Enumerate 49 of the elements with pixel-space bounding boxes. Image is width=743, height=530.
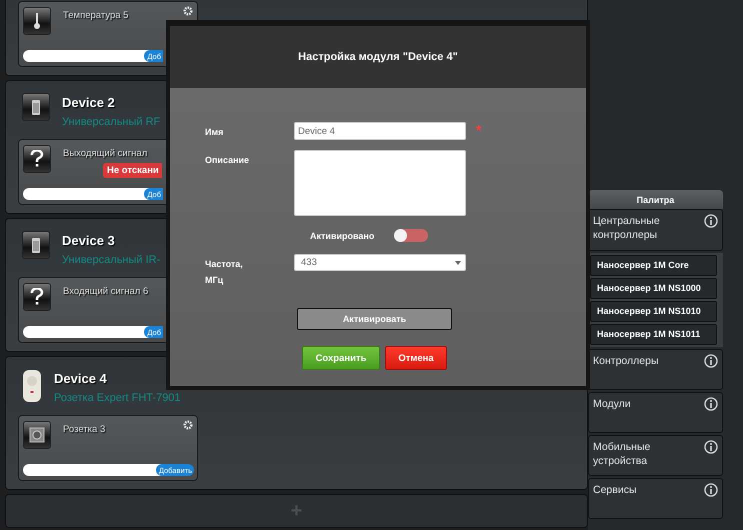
thermometer-icon xyxy=(23,7,51,35)
info-icon[interactable] xyxy=(704,397,718,411)
device-model: Универсальный RF xyxy=(62,116,160,128)
socket-icon xyxy=(23,421,51,449)
palette-header: Палитра xyxy=(588,190,723,209)
info-icon[interactable] xyxy=(704,214,718,228)
field-label: Описание xyxy=(205,154,250,167)
device-name: Device 2 xyxy=(62,95,116,110)
info-icon[interactable] xyxy=(704,483,718,497)
power-socket-icon xyxy=(22,369,42,403)
remote-control-icon xyxy=(22,231,50,259)
dialog-title: Настройка модуля "Device 4" xyxy=(170,26,586,88)
settings-icon[interactable] xyxy=(183,6,193,16)
device-model: Универсальный IR- xyxy=(62,254,160,266)
device-model: Розетка Expert FHT-7901 xyxy=(54,392,181,404)
device-name: Device 4 xyxy=(54,371,108,386)
toggle-label: Активировано xyxy=(310,230,374,243)
name-field[interactable]: Device 4 xyxy=(294,122,466,140)
palette-item[interactable]: Наносервер 1M NS1000 xyxy=(590,278,717,299)
required-mark: * xyxy=(475,122,482,140)
palette-item[interactable]: Наносервер 1M NS1011 xyxy=(590,324,717,345)
question-mark-icon xyxy=(23,145,51,173)
frequency-select[interactable]: 433 xyxy=(294,254,466,271)
caret-icon xyxy=(455,260,461,264)
module-title: Розетка 3 xyxy=(63,424,106,435)
palette-item[interactable]: Наносервер 1M NS1010 xyxy=(590,301,717,322)
info-icon[interactable] xyxy=(704,440,718,454)
palette-item[interactable]: Наносервер 1M Core xyxy=(590,255,717,276)
settings-icon[interactable] xyxy=(183,420,193,430)
description-field[interactable] xyxy=(294,150,466,216)
palette-group[interactable]: Контроллеры xyxy=(588,349,723,390)
status-badge: Не отскани xyxy=(103,163,162,178)
toggle-switch[interactable] xyxy=(394,228,428,242)
palette-group[interactable]: Мобильные устройства xyxy=(588,435,723,476)
device-name: Device 3 xyxy=(62,233,116,248)
plus-icon: + xyxy=(290,501,302,521)
module-title: Входящий сигнал 6 xyxy=(63,286,148,297)
remote-control-icon xyxy=(22,93,50,121)
question-mark-icon xyxy=(23,283,51,311)
module-title: Температура 5 xyxy=(63,10,128,21)
activate-button[interactable]: Активировать xyxy=(297,308,452,330)
palette-group[interactable]: Модули xyxy=(588,392,723,433)
field-label: Имя xyxy=(205,126,224,139)
palette-group[interactable]: Центральные контроллеры xyxy=(588,209,723,251)
info-icon[interactable] xyxy=(704,354,718,368)
palette-group[interactable]: Сервисы xyxy=(588,478,723,519)
cancel-button[interactable]: Отмена xyxy=(385,346,447,370)
module-title: Выходящий сигнал xyxy=(63,148,148,159)
field-label: Частота, МГц xyxy=(205,258,244,287)
